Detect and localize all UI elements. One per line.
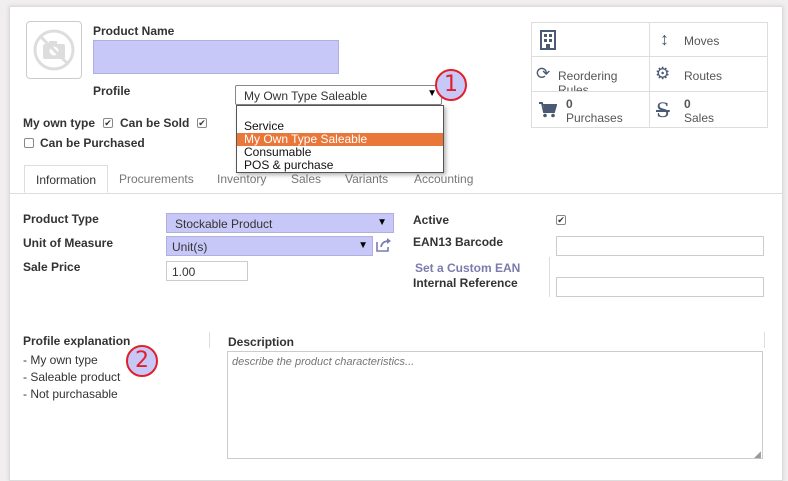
tab-variants[interactable]: Variants [345,172,388,186]
sales-stat-button[interactable]: S 0 Sales [649,91,768,128]
ean13-barcode-label: EAN13 Barcode [413,235,504,249]
can-be-purchased-label: Can be Purchased [40,136,145,150]
tab-sales[interactable]: Sales [291,172,321,186]
profile-label: Profile [93,84,131,98]
can-be-sold-label: Can be Sold [120,116,190,130]
tab-inventory[interactable]: Inventory [217,172,266,186]
check-icon: ✔ [198,118,206,128]
tab-information[interactable]: Information [24,165,109,193]
reordering-rules-stat-button[interactable]: ⟳ Reordering Rules [531,56,650,97]
active-checkbox[interactable]: ✔ [556,215,566,225]
arrows-vertical-icon: ↕ [660,29,669,49]
purchases-label: Purchases [566,111,623,125]
sale-price-label: Sale Price [23,260,81,274]
product-type-select[interactable]: Stockable Product ▼ [166,213,394,233]
purchases-stat-button[interactable]: 0 Purchases [531,91,650,128]
internal-reference-label: Internal Reference [413,276,518,290]
moves-label: Moves [684,34,720,48]
product-image-placeholder[interactable] [26,21,82,79]
profile-explanation-line: - Saleable product [23,370,121,384]
dollar-strike-icon: S [656,98,670,122]
can-be-sold-checkbox[interactable]: ✔ [197,118,207,128]
no-camera-icon [33,29,75,71]
profile-select[interactable]: My Own Type Saleable ▼ [235,85,442,105]
building-icon [540,30,556,50]
tab-accounting[interactable]: Accounting [414,172,473,186]
purchases-count: 0 [566,97,573,111]
profile-explanation-line: - My own type [23,353,98,367]
check-icon: ✔ [557,215,565,225]
column-separator [764,332,765,348]
unit-of-measure-label: Unit of Measure [23,236,114,250]
shopping-cart-icon [539,102,557,118]
product-variants-stat-button[interactable] [531,22,650,57]
caret-down-icon: ▼ [377,217,387,228]
tab-procurements[interactable]: Procurements [119,172,194,186]
internal-reference-input[interactable] [556,277,764,297]
routes-label: Routes [684,69,723,83]
profile-select-value: My Own Type Saleable [244,89,368,103]
profile-explanation-title: Profile explanation [23,334,131,348]
refresh-icon: ⟳ [536,64,551,83]
sale-price-input[interactable]: 1.00 [166,261,248,281]
my-own-type-label: My own type [23,116,96,130]
field-separator [549,257,550,297]
profile-dropdown-list: Service My Own Type Saleable Consumable … [236,105,444,173]
product-type-value: Stockable Product [175,217,273,231]
product-type-label: Product Type [23,212,99,226]
active-label: Active [413,213,450,227]
set-custom-ean-link[interactable]: Set a Custom EAN [415,261,520,275]
product-name-input[interactable] [93,40,339,74]
routes-stat-button[interactable]: ⚙ Routes [649,56,768,92]
unit-of-measure-select[interactable]: Unit(s) ▼ [166,236,373,256]
cogs-icon: ⚙ [655,64,671,83]
description-label: Description [228,335,295,349]
ean13-barcode-input[interactable] [556,236,764,256]
check-icon: ✔ [104,118,112,128]
column-separator [209,332,210,348]
sales-label: Sales [684,111,715,125]
product-form-sheet: Product Name Profile My Own Type Saleabl… [9,6,783,481]
sales-count: 0 [684,97,691,111]
profile-option-pos-purchase[interactable]: POS & purchase [237,159,443,172]
annotation-marker-1: 1 [435,69,467,101]
my-own-type-checkbox[interactable]: ✔ [103,118,113,128]
external-link-icon[interactable] [376,238,392,252]
product-name-label: Product Name [93,24,175,38]
caret-down-icon: ▼ [358,240,368,251]
annotation-marker-2: 2 [126,345,158,377]
can-be-purchased-checkbox[interactable] [24,138,34,148]
resize-handle-icon[interactable]: ◢ [754,449,761,460]
moves-stat-button[interactable]: ↕ Moves [649,22,768,57]
unit-of-measure-value: Unit(s) [172,240,208,254]
profile-explanation-line: - Not purchasable [23,387,118,401]
description-textarea[interactable] [227,351,763,459]
